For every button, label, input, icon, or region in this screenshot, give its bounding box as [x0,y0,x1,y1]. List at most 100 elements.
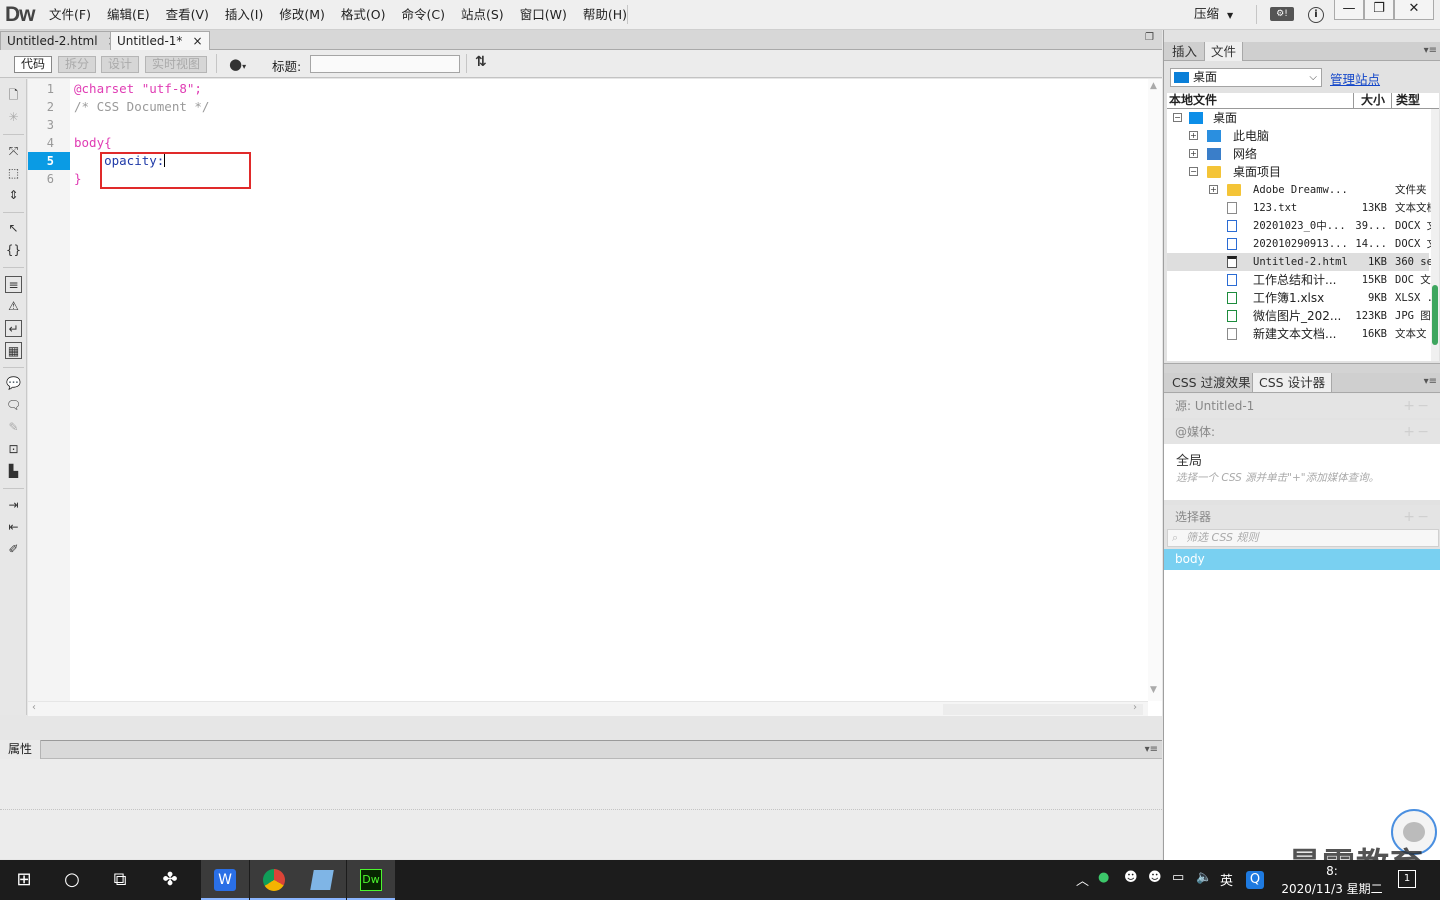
remove-comment-icon[interactable]: 🗨 [5,397,22,414]
open-documents-icon[interactable]: 🗋 [5,87,22,104]
tree-item-this-pc[interactable]: + 此电脑 [1167,127,1429,145]
menu-insert[interactable]: 插入(I) [217,0,271,30]
menu-help[interactable]: 帮助(H) [575,0,635,30]
volume-icon[interactable]: 🔈 [1196,870,1212,885]
column-size[interactable]: 大小 [1361,93,1385,108]
move-css-icon[interactable]: ▙ [5,463,22,480]
site-select[interactable]: 桌面 ⌵ [1170,68,1322,87]
menu-commands[interactable]: 命令(C) [394,0,453,30]
wechat-icon[interactable]: ● [1098,870,1109,885]
tree-item-file[interactable]: 工作总结和计... 15KB DOC 文档 [1167,271,1435,289]
restore-icon[interactable]: ❐ [1145,32,1154,43]
add-selector-icon[interactable]: + [1403,505,1415,529]
split-view-button[interactable]: 拆分 [58,56,97,73]
collapse-icon[interactable]: − [1189,167,1198,176]
menu-window[interactable]: 窗口(W) [512,0,575,30]
tree-item-file[interactable]: 工作簿1.xlsx 9KB XLSX . [1167,289,1433,307]
tree-item-file[interactable]: 微信图片_202... 123KB JPG 图 [1167,307,1431,325]
panel-menu-icon[interactable]: ▾≡ [1424,45,1437,56]
properties-tab[interactable]: 属性 [0,740,42,759]
word-wrap-icon[interactable]: ↵ [5,320,22,337]
remove-selector-icon[interactable]: − [1417,505,1429,529]
outdent-code-icon[interactable]: ⇤ [5,519,22,536]
tab-insert[interactable]: 插入 [1166,42,1203,61]
remove-media-icon[interactable]: − [1417,420,1429,444]
menu-site[interactable]: 站点(S) [453,0,512,30]
menu-modify[interactable]: 修改(M) [271,0,333,30]
close-button[interactable]: ✕ [1394,0,1434,20]
panel-menu-icon[interactable]: ▾≡ [1145,744,1158,755]
qq-browser-icon[interactable]: Q [1246,871,1264,889]
collapse-icon[interactable]: − [1173,113,1182,122]
panel-menu-icon[interactable]: ▾≡ [1424,376,1437,387]
expand-all-icon[interactable]: ⇕ [5,187,22,204]
tree-item-file-selected[interactable]: Untitled-2.html 1KB 360 se. [1167,253,1435,271]
syntax-coloring-icon[interactable]: ▦ [5,342,22,359]
scroll-thumb[interactable] [943,704,1143,715]
tab-css-transitions[interactable]: CSS 过渡效果 [1166,373,1257,392]
filter-css-rules-input[interactable]: ⌕ 筛选 CSS 规则 [1167,529,1439,547]
code-editor[interactable]: 1 2 3 4 5 6 @charset "utf-8"; /* CSS Doc… [28,79,1162,716]
file-transfer-icon[interactable]: ⇅ [475,54,487,70]
close-icon[interactable]: × [192,34,202,48]
tray-expand-icon[interactable]: ︿ [1076,870,1089,889]
file-tree-scrollbar[interactable] [1431,109,1439,361]
title-input[interactable] [310,55,460,73]
add-source-icon[interactable]: + [1403,394,1415,418]
dreamweaver-icon[interactable]: Dw [347,860,395,900]
qq-icon[interactable]: ☻ [1124,870,1138,885]
expand-icon[interactable]: + [1189,131,1198,140]
restore-button[interactable]: ❐ [1364,0,1394,20]
code-view-button[interactable]: 代码 [14,56,53,73]
manage-sites-link[interactable]: 管理站点 [1330,69,1380,88]
media-global[interactable]: 全局 [1176,450,1202,469]
scroll-right-icon[interactable]: › [1133,702,1137,713]
design-view-button[interactable]: 设计 [101,56,140,73]
pinwheel-app-icon[interactable]: ✤ [146,860,194,900]
scroll-left-icon[interactable]: ‹ [32,702,36,713]
expand-icon[interactable]: + [1209,185,1218,194]
tree-item-file[interactable]: 123.txt 13KB 文本文档 [1167,199,1435,217]
minimize-button[interactable]: — [1334,0,1364,20]
line-numbers-icon[interactable]: ≡ [5,276,22,293]
tree-item-file[interactable]: 新建文本文档... 16KB 文本文 [1167,325,1429,343]
remove-source-icon[interactable]: − [1417,394,1429,418]
qq-icon[interactable]: ☻ [1148,870,1162,885]
windows-start-icon[interactable]: ⊞ [0,860,48,900]
select-parent-tag-icon[interactable]: ↖ [5,220,22,237]
selector-item[interactable]: body [1164,549,1440,570]
live-view-button[interactable]: 实时视图 [145,56,208,73]
menu-edit[interactable]: 编辑(E) [99,0,158,30]
scroll-down-icon[interactable]: ▼ [1150,685,1157,695]
collapse-full-tag-icon[interactable]: ⤧ [5,143,22,160]
recent-snippets-icon[interactable]: ⊡ [5,441,22,458]
search-icon[interactable]: ○ [48,860,96,900]
task-view-icon[interactable]: ⧉ [96,860,144,900]
highlight-invalid-code-icon[interactable]: ⚠ [5,298,22,315]
balance-braces-icon[interactable]: {} [5,242,22,259]
notification-icon[interactable]: 1 [1398,870,1416,888]
wrap-tag-icon[interactable]: ✎ [5,419,22,436]
gear-icon[interactable]: ⚙! [1270,7,1294,21]
tab-css-designer[interactable]: CSS 设计器 [1252,373,1333,392]
add-media-icon[interactable]: + [1403,420,1415,444]
indent-code-icon[interactable]: ⇥ [5,497,22,514]
tab-files[interactable]: 文件 [1204,42,1244,61]
collapse-selection-icon[interactable]: ⬚ [5,165,22,182]
tree-item-desktop[interactable]: − 桌面 [1167,109,1429,127]
menu-format[interactable]: 格式(O) [333,0,394,30]
notepad-app-icon[interactable] [298,860,346,900]
tree-item-folder[interactable]: + Adobe Dreamw... 文件夹 [1167,181,1429,199]
tree-item-file[interactable]: 20201023_0中... 39... DOCX 文 [1167,217,1435,235]
expand-icon[interactable]: + [1189,149,1198,158]
column-local-files[interactable]: 本地文件 [1169,93,1217,108]
menu-view[interactable]: 查看(V) [158,0,217,30]
horizontal-scrollbar[interactable]: ‹ › [28,701,1148,716]
apply-comment-icon[interactable]: 💬 [5,375,22,392]
chrome-icon[interactable] [250,860,298,900]
wps-writer-icon[interactable]: W [201,860,249,900]
format-source-code-icon[interactable]: ✐ [5,541,22,558]
ime-indicator[interactable]: 英 [1220,870,1233,889]
tree-item-network[interactable]: + 网络 [1167,145,1429,163]
column-type[interactable]: 类型 [1396,93,1420,108]
